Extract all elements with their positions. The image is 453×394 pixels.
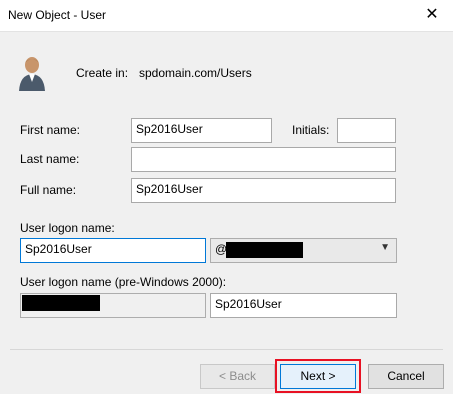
- pre2000-name-input[interactable]: Sp2016User: [210, 293, 397, 318]
- next-button[interactable]: Next >: [280, 364, 356, 389]
- cancel-button[interactable]: Cancel: [368, 364, 444, 389]
- create-in-label: Create in:: [76, 66, 129, 80]
- pre2000-label: User logon name (pre-Windows 2000):: [20, 275, 227, 289]
- create-in-value: spdomain.com/Users: [139, 66, 252, 80]
- logon-name-input[interactable]: Sp2016User: [20, 238, 206, 263]
- title-bar: New Object - User ✕: [0, 0, 453, 32]
- full-name-label: Full name:: [20, 183, 77, 197]
- separator: [10, 349, 443, 350]
- full-name-input[interactable]: Sp2016User: [131, 178, 396, 203]
- back-button[interactable]: < Back: [200, 364, 275, 389]
- logon-name-label: User logon name:: [20, 221, 115, 235]
- last-name-input[interactable]: [131, 147, 396, 172]
- chevron-down-icon: ▼: [380, 242, 390, 253]
- window-title: New Object - User: [8, 8, 107, 22]
- redacted-domain: [226, 242, 303, 258]
- initials-label: Initials:: [292, 123, 330, 137]
- first-name-label: First name:: [20, 123, 81, 137]
- user-icon: [19, 57, 45, 91]
- first-name-input[interactable]: Sp2016User: [131, 118, 272, 143]
- redacted-pre2000-domain: [22, 295, 100, 311]
- initials-input[interactable]: [337, 118, 396, 143]
- close-icon[interactable]: ✕: [411, 0, 453, 31]
- last-name-label: Last name:: [20, 152, 80, 166]
